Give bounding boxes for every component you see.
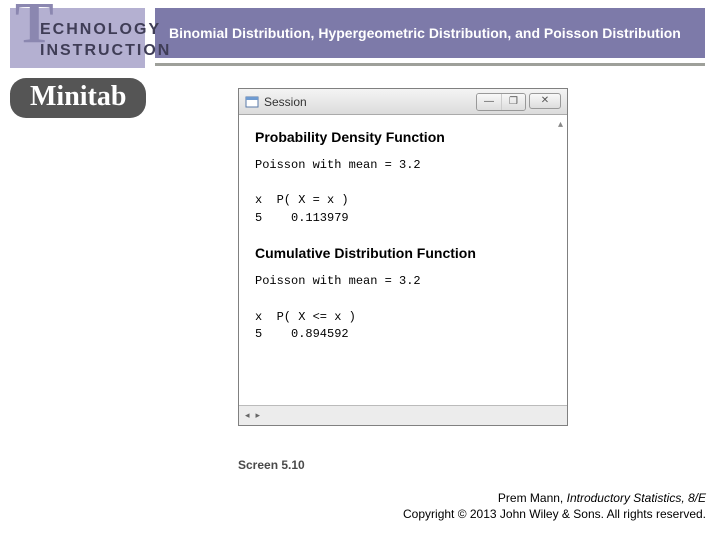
minimize-button[interactable]: — [477,94,501,110]
credit-line2: Copyright © 2013 John Wiley & Sons. All … [403,506,706,522]
maximize-button[interactable]: ❐ [501,94,525,110]
pdf-table: x P( X = x ) 5 0.113979 [255,192,551,227]
credit-author: Prem Mann, [498,491,567,505]
page-title: Binomial Distribution, Hypergeometric Di… [169,24,681,42]
figure-caption: Screen 5.10 [238,458,305,472]
credit-line1: Prem Mann, Introductory Statistics, 8/E [403,490,706,506]
session-window: Session — ❐ ✕ ▴ Probability Density Func… [238,88,568,426]
session-body: ▴ Probability Density Function Poisson w… [239,115,567,405]
close-button[interactable]: ✕ [529,93,561,109]
scroll-left-icon[interactable]: ◂ [245,410,250,421]
technology-word: ECHNOLOGY [40,20,171,41]
cdf-dist-line: Poisson with mean = 3.2 [255,273,551,290]
technology-instruction-block: T ECHNOLOGY INSTRUCTION [10,8,145,68]
session-title-text: Session [264,95,307,109]
minitab-label: Minitab [10,78,146,118]
credit-block: Prem Mann, Introductory Statistics, 8/E … [403,490,706,522]
window-controls: — ❐ ✕ [476,93,561,111]
technology-instruction-label: ECHNOLOGY INSTRUCTION [40,20,171,62]
scroll-right-icon[interactable]: ▸ [256,410,261,421]
session-statusbar: ◂ ▸ [239,405,567,425]
session-icon [245,95,259,109]
credit-title: Introductory Statistics, 8/E [567,491,706,505]
cdf-table: x P( X <= x ) 5 0.894592 [255,309,551,344]
minitab-brand: Minitab [10,78,146,118]
divider-line [155,63,705,66]
session-titlebar: Session — ❐ ✕ [239,89,567,115]
scroll-up-icon[interactable]: ▴ [558,119,563,130]
page-title-bar: Binomial Distribution, Hypergeometric Di… [155,8,705,58]
instruction-word: INSTRUCTION [40,41,171,62]
pdf-dist-line: Poisson with mean = 3.2 [255,157,551,174]
pdf-heading: Probability Density Function [255,129,551,145]
cdf-heading: Cumulative Distribution Function [255,245,551,261]
header: T ECHNOLOGY INSTRUCTION Binomial Distrib… [0,0,720,80]
